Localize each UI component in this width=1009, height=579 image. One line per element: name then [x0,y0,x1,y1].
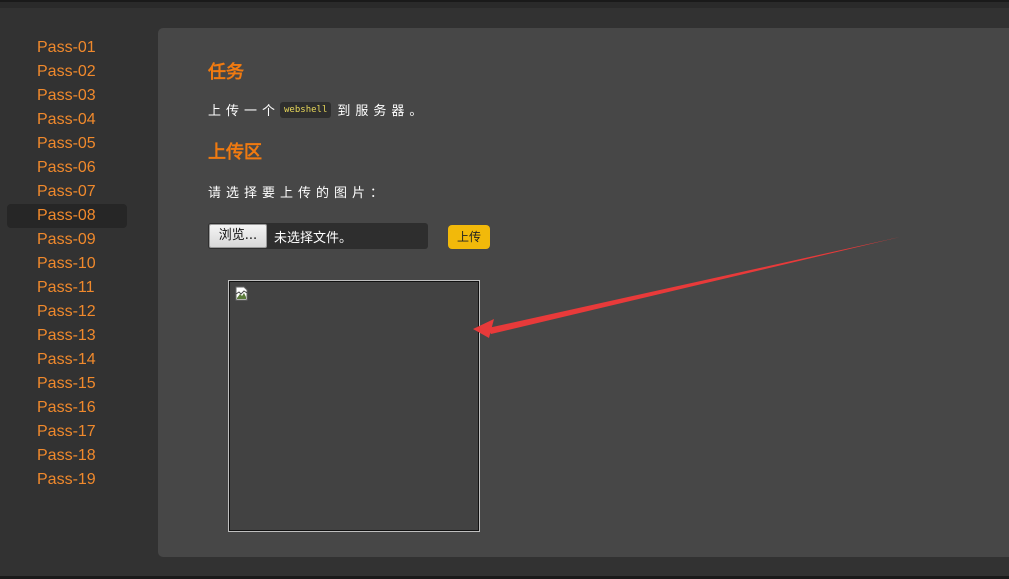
sidebar-item-pass-10[interactable]: Pass-10 [7,252,127,276]
broken-image-icon [235,286,248,301]
sidebar-item-pass-14[interactable]: Pass-14 [7,348,127,372]
sidebar-item-pass-07[interactable]: Pass-07 [7,180,127,204]
task-heading: 任务 [208,62,244,83]
sidebar-item-pass-19[interactable]: Pass-19 [7,468,127,492]
task-description: 上传一个 webshell 到服务器。 [208,100,427,119]
top-bar [0,0,1009,8]
main-content: 任务 上传一个 webshell 到服务器。 上传区 请选择要上传的图片： 浏览… [158,28,1009,557]
upload-prompt: 请选择要上传的图片： [208,186,389,201]
sidebar-item-pass-09[interactable]: Pass-09 [7,228,127,252]
sidebar-item-pass-16[interactable]: Pass-16 [7,396,127,420]
sidebar-item-pass-06[interactable]: Pass-06 [7,156,127,180]
sidebar-item-pass-03[interactable]: Pass-03 [7,84,127,108]
task-text-before: 上传一个 [208,104,281,119]
sidebar-item-pass-08[interactable]: Pass-08 [7,204,127,228]
sidebar: Pass-01 Pass-02 Pass-03 Pass-04 Pass-05 … [7,36,127,492]
upload-heading: 上传区 [208,142,262,163]
upload-submit-button[interactable]: 上传 [448,225,490,249]
sidebar-item-pass-02[interactable]: Pass-02 [7,60,127,84]
browse-button[interactable]: 浏览... [209,224,267,248]
sidebar-item-pass-18[interactable]: Pass-18 [7,444,127,468]
sidebar-item-pass-01[interactable]: Pass-01 [7,36,127,60]
sidebar-item-pass-13[interactable]: Pass-13 [7,324,127,348]
sidebar-item-pass-17[interactable]: Pass-17 [7,420,127,444]
sidebar-item-pass-04[interactable]: Pass-04 [7,108,127,132]
file-input[interactable]: 浏览... 未选择文件。 [208,223,428,249]
sidebar-item-pass-12[interactable]: Pass-12 [7,300,127,324]
sidebar-item-pass-11[interactable]: Pass-11 [7,276,127,300]
sidebar-item-pass-15[interactable]: Pass-15 [7,372,127,396]
page: Pass-01 Pass-02 Pass-03 Pass-04 Pass-05 … [0,0,1009,579]
file-status: 未选择文件。 [274,230,353,246]
image-preview [228,280,480,532]
task-code: webshell [280,101,332,118]
sidebar-item-pass-05[interactable]: Pass-05 [7,132,127,156]
task-text-after: 到服务器。 [337,104,428,119]
